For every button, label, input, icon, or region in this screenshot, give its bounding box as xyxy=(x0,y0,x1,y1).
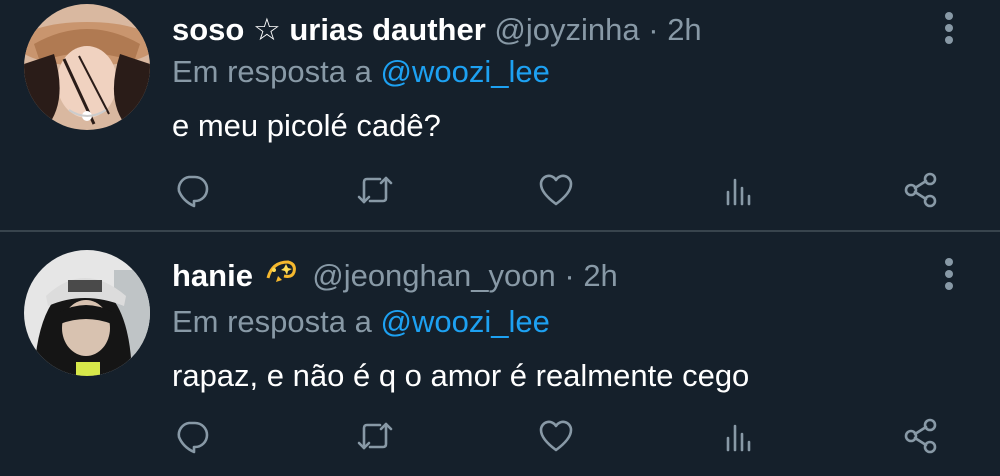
tweet-text: e meu picolé cadê? xyxy=(172,108,441,143)
display-name[interactable]: hanie xyxy=(172,258,253,293)
reply-prefix: Em resposta a xyxy=(172,304,372,339)
reply-mention-link[interactable]: @woozi_lee xyxy=(381,54,550,89)
avatar[interactable] xyxy=(24,4,150,130)
stats-icon[interactable] xyxy=(716,414,760,458)
tweet-actions xyxy=(0,414,1000,458)
reply-icon[interactable] xyxy=(170,414,214,458)
like-icon[interactable] xyxy=(534,168,578,212)
more-options-icon[interactable] xyxy=(934,254,964,294)
tweet-text: rapaz, e não é q o amor é realmente cego xyxy=(172,358,750,393)
tweet[interactable]: hanie @jeonghan_yoon · 2h Em resposta a … xyxy=(0,234,1000,476)
retweet-icon[interactable] xyxy=(353,168,397,212)
tweet[interactable]: soso ☆ urias dauther @joyzinha · 2h Em r… xyxy=(0,0,1000,232)
share-icon[interactable] xyxy=(899,414,943,458)
dizzy-emoji-icon xyxy=(264,256,298,300)
reply-icon[interactable] xyxy=(170,168,214,212)
timestamp[interactable]: 2h xyxy=(667,12,701,47)
reply-prefix: Em resposta a xyxy=(172,54,372,89)
avatar[interactable] xyxy=(24,250,150,376)
tweet-header: soso ☆ urias dauther @joyzinha · 2h xyxy=(172,10,930,50)
tweet-actions xyxy=(0,168,1000,212)
share-icon[interactable] xyxy=(899,168,943,212)
tweet-header: hanie @jeonghan_yoon · 2h xyxy=(172,256,930,300)
like-icon[interactable] xyxy=(534,414,578,458)
reply-context: Em resposta a @woozi_lee xyxy=(172,52,930,92)
separator-dot: · xyxy=(564,258,575,293)
user-handle[interactable]: @joyzinha xyxy=(494,12,639,47)
retweet-icon[interactable] xyxy=(353,414,397,458)
timestamp[interactable]: 2h xyxy=(583,258,617,293)
reply-mention-link[interactable]: @woozi_lee xyxy=(381,304,550,339)
stats-icon[interactable] xyxy=(716,168,760,212)
separator-dot: · xyxy=(648,12,659,47)
tweet-content: soso ☆ urias dauther @joyzinha · 2h Em r… xyxy=(172,10,930,146)
reply-context: Em resposta a @woozi_lee xyxy=(172,302,930,342)
display-name[interactable]: soso ☆ urias dauther xyxy=(172,12,486,47)
tweet-content: hanie @jeonghan_yoon · 2h Em resposta a … xyxy=(172,256,930,396)
more-options-icon[interactable] xyxy=(934,8,964,48)
user-handle[interactable]: @jeonghan_yoon xyxy=(312,258,556,293)
